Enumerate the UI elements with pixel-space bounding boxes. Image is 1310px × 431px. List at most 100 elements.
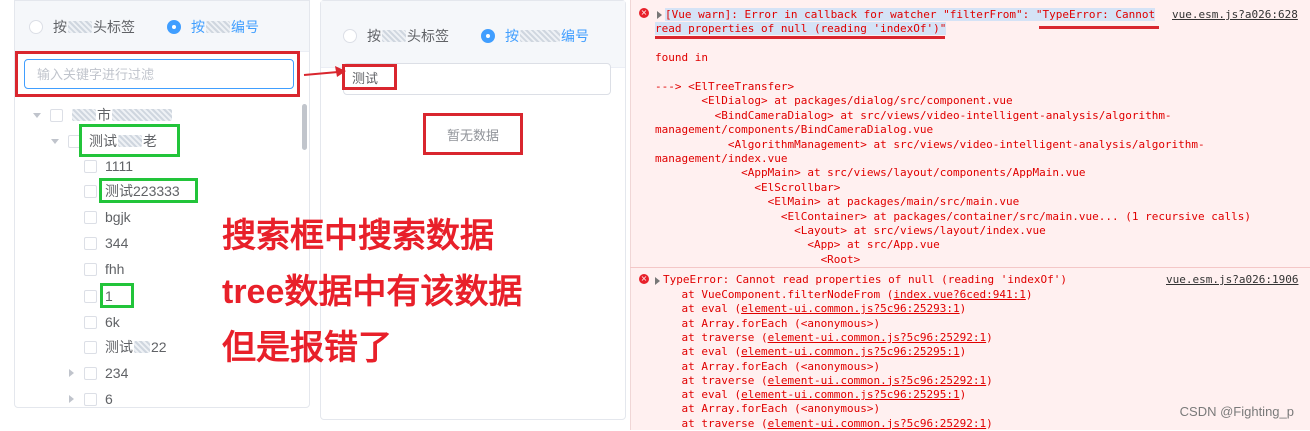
annotation-arrow-icon <box>303 66 346 77</box>
trace-text: at eval ( <box>655 345 742 359</box>
tree-scrollbar-thumb[interactable] <box>302 104 307 150</box>
trace-source-link[interactable]: element-ui.common.js?5c96:25295:1 <box>741 388 960 401</box>
checkbox[interactable] <box>84 366 97 380</box>
checkbox[interactable] <box>84 159 97 173</box>
trace-text: at eval ( <box>655 388 742 402</box>
tree-node-label: 234 <box>105 365 129 381</box>
checkbox[interactable] <box>84 262 97 276</box>
annotation-underline <box>655 36 945 39</box>
console-source-link[interactable]: vue.esm.js?a026:628 <box>1172 8 1298 22</box>
radio-label: 按 <box>505 28 519 44</box>
tree-collapsed-node[interactable]: 234 <box>66 362 128 384</box>
checkbox[interactable] <box>84 184 97 198</box>
radio-circle-checked[interactable] <box>481 29 495 43</box>
tree-leaf[interactable]: 6k <box>84 311 120 333</box>
radio-label: 编号 <box>561 28 589 44</box>
console-error-line: TypeError: Cannot read properties of nul… <box>663 273 1067 286</box>
error-icon: × <box>639 8 649 18</box>
tree-root-node[interactable]: 市 <box>32 104 173 126</box>
tree-leaf[interactable]: 1111 <box>84 155 133 177</box>
redacted-text <box>520 30 560 42</box>
caret-right-icon[interactable] <box>66 368 76 378</box>
annotation-text: 搜索框中搜索数据 tree数据中有该数据 但是报错了 <box>222 208 522 376</box>
expand-triangle-icon[interactable] <box>655 277 660 285</box>
trace-text: ) <box>959 302 967 316</box>
trace-text: at Array.forEach (<anonymous>) <box>655 359 881 373</box>
component-stack-line: <AlgorithmManagement> at src/views/video… <box>655 137 1205 151</box>
caret-right-icon[interactable] <box>66 394 76 404</box>
radio-by-number[interactable]: 按 编号 <box>481 26 589 46</box>
tree-node-label: 6 <box>105 391 113 407</box>
annotation-red-box-empty <box>423 113 523 155</box>
tree-leaf[interactable]: 344 <box>84 232 128 254</box>
stack-trace-line: at eval (element-ui.common.js?5c96:25293… <box>655 302 966 316</box>
trace-source-link[interactable]: index.vue?6ced:941:1 <box>893 288 1025 301</box>
radio-label: 编号 <box>231 19 259 35</box>
component-stack-line: <Layout> at src/views/layout/index.vue <box>655 224 1046 237</box>
tree-leaf-label: 6k <box>105 314 120 330</box>
checkbox[interactable] <box>84 210 97 224</box>
stack-trace-line: at Array.forEach (<anonymous>) <box>655 402 880 416</box>
warn-text: read properties of null (reading 'indexO… <box>655 22 947 35</box>
tree-leaf-label: fhh <box>105 261 125 277</box>
tree-collapsed-node[interactable]: 6 <box>66 388 113 410</box>
radio-circle-checked[interactable] <box>167 20 181 34</box>
checkbox[interactable] <box>84 315 97 329</box>
annotation-green-box-group <box>79 124 180 157</box>
console-warn-line-2: read properties of null (reading 'indexO… <box>655 22 947 36</box>
trace-source-link[interactable]: element-ui.common.js?5c96:25293:1 <box>741 302 960 315</box>
checkbox[interactable] <box>84 236 97 250</box>
trace-text: at traverse ( <box>655 373 768 387</box>
annotation-line: 搜索框中搜索数据 <box>222 217 494 255</box>
trace-text: ) <box>986 416 993 430</box>
trace-source-link[interactable]: element-ui.common.js?5c96:25295:1 <box>741 345 960 358</box>
radio-label: 按 <box>367 28 381 44</box>
stack-trace-line: at eval (element-ui.common.js?5c96:25295… <box>655 388 966 402</box>
tree-leaf[interactable]: fhh <box>84 258 124 280</box>
radio-circle[interactable] <box>343 29 357 43</box>
expand-triangle-icon[interactable] <box>657 11 662 19</box>
tree-leaf-label: 344 <box>105 235 129 251</box>
caret-down-icon[interactable] <box>50 136 60 146</box>
checkbox[interactable] <box>84 340 97 354</box>
annotation-green-box-item <box>99 178 198 203</box>
tree-leaf-label: 1111 <box>105 158 134 174</box>
redacted-text <box>382 30 406 42</box>
redacted-text <box>68 21 92 33</box>
console-text: found in <box>655 51 708 64</box>
redacted-text <box>134 341 150 353</box>
radio-by-tag[interactable]: 按 头标签 <box>29 17 135 37</box>
console-source-link[interactable]: vue.esm.js?a026:1906 <box>1166 273 1298 287</box>
checkbox[interactable] <box>84 392 97 406</box>
radio-by-tag[interactable]: 按 头标签 <box>343 26 449 46</box>
tree-leaf[interactable]: 测试 22 <box>84 336 167 358</box>
right-radio-bar: 按 头标签 按 编号 <box>321 1 625 68</box>
stack-trace-line: at traverse (element-ui.common.js?5c96:2… <box>655 373 993 388</box>
trace-text: at Array.forEach (<anonymous>) <box>655 316 881 330</box>
checkbox[interactable] <box>50 108 63 122</box>
trace-text: at VueComponent.filterNodeFrom ( <box>655 288 894 301</box>
trace-text: ) <box>959 345 967 359</box>
annotation-underline <box>1039 26 1159 29</box>
component-stack-line: <BindCameraDialog> at src/views/video-in… <box>655 108 1172 122</box>
component-stack-line: <ElScrollbar> <box>655 180 841 194</box>
stack-trace-line: at VueComponent.filterNodeFrom (index.vu… <box>655 288 1032 302</box>
checkbox[interactable] <box>84 289 97 303</box>
trace-text: ) <box>986 373 993 387</box>
caret-down-icon[interactable] <box>32 110 42 120</box>
radio-by-number[interactable]: 按 编号 <box>167 17 259 37</box>
annotation-red-box-search <box>15 51 300 97</box>
redacted-text <box>72 109 96 121</box>
trace-text: at traverse ( <box>655 416 768 430</box>
trace-source-link[interactable]: element-ui.common.js?5c96:25292:1 <box>768 374 987 387</box>
component-stack-line: <AppMain> at src/views/layout/components… <box>655 166 1086 180</box>
trace-text: at eval ( <box>655 302 742 316</box>
trace-source-link[interactable]: element-ui.common.js?5c96:25292:1 <box>768 417 987 430</box>
tree-leaf[interactable]: bgjk <box>84 206 131 228</box>
trace-source-link[interactable]: element-ui.common.js?5c96:25292:1 <box>768 331 987 344</box>
stack-trace-line: at eval (element-ui.common.js?5c96:25295… <box>655 345 966 359</box>
radio-circle[interactable] <box>29 20 43 34</box>
tree-leaf-label: 22 <box>151 339 167 355</box>
warn-text: [Vue warn]: Error in callback for watche… <box>665 8 1156 21</box>
trace-text: at Array.forEach (<anonymous>) <box>655 402 881 416</box>
